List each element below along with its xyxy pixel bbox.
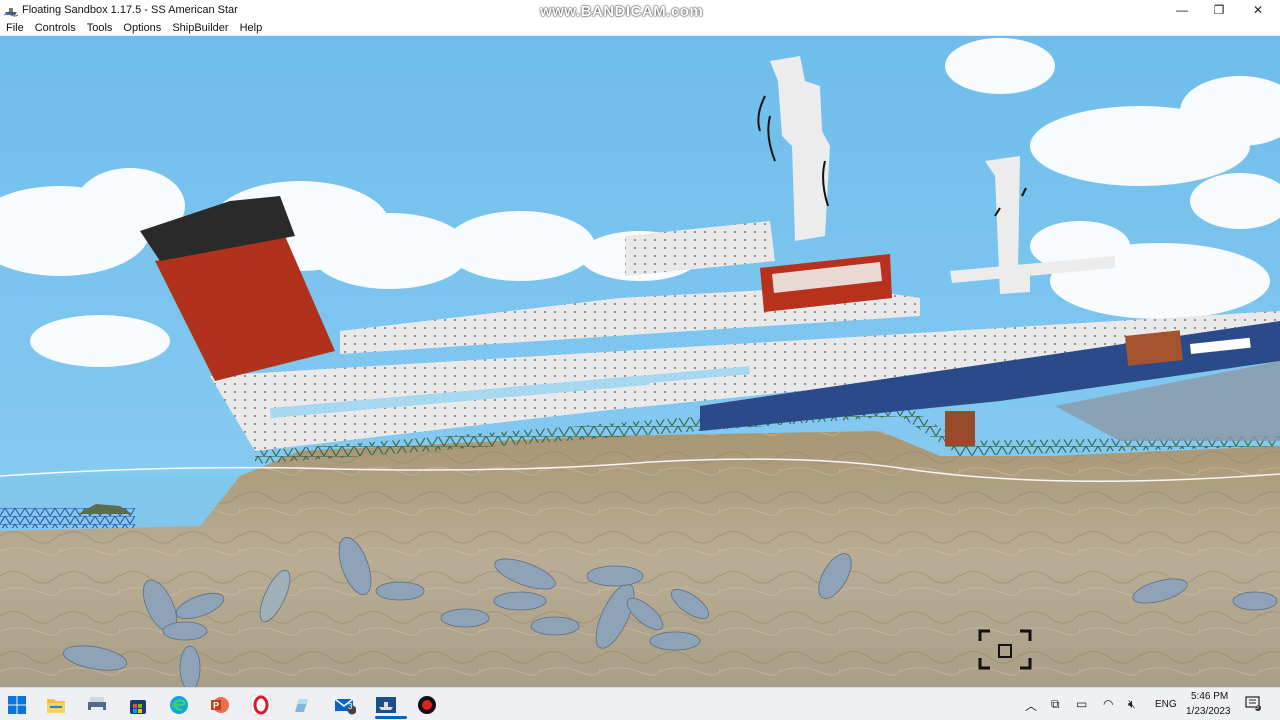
- powerpoint-icon[interactable]: P: [208, 693, 232, 717]
- svg-text:P: P: [213, 701, 219, 711]
- floating-sandbox-icon[interactable]: [374, 693, 398, 717]
- printer-app-icon[interactable]: [85, 693, 109, 717]
- pen-app-icon[interactable]: [290, 693, 314, 717]
- file-explorer-icon[interactable]: [44, 693, 68, 717]
- minimize-button[interactable]: —: [1164, 0, 1200, 20]
- edge-browser-icon[interactable]: [167, 693, 191, 717]
- bandicam-record-icon[interactable]: [415, 693, 439, 717]
- window-title: Floating Sandbox 1.17.5 - SS American St…: [22, 4, 238, 16]
- menu-shipbuilder[interactable]: ShipBuilder: [166, 22, 233, 34]
- menu-help[interactable]: Help: [234, 22, 268, 34]
- active-app-indicator: [375, 716, 407, 719]
- microsoft-store-icon[interactable]: [126, 693, 150, 717]
- menu-file[interactable]: File: [0, 22, 29, 34]
- notification-badge: 5: [1255, 704, 1259, 711]
- menu-tools[interactable]: Tools: [81, 22, 118, 34]
- close-button[interactable]: ✕: [1240, 0, 1276, 20]
- floating-sandbox-app-icon: [4, 8, 18, 17]
- wifi-icon[interactable]: ◠: [1103, 697, 1113, 711]
- simulation-scene-art: [0, 36, 1280, 687]
- windows-taskbar: P 3 ︿ ⧉ ▭ ◠ 🔇︎ ENG 5:46 PM 1/23/2023 5: [0, 687, 1280, 720]
- clock-date[interactable]: 1/23/2023: [1186, 706, 1231, 717]
- language-indicator[interactable]: ENG: [1155, 699, 1177, 710]
- windows-start-icon[interactable]: [5, 693, 29, 717]
- clock-time[interactable]: 5:46 PM: [1191, 691, 1228, 702]
- mail-icon[interactable]: 3: [333, 693, 357, 717]
- bandicam-watermark: www.BANDICAM.com: [540, 3, 704, 20]
- menu-controls[interactable]: Controls: [29, 22, 81, 34]
- menu-options[interactable]: Options: [117, 22, 166, 34]
- restore-button[interactable]: ❐: [1201, 0, 1237, 20]
- meet-now-icon[interactable]: ⧉: [1051, 697, 1060, 712]
- volume-muted-icon[interactable]: 🔇︎: [1128, 697, 1136, 712]
- menu-bar: File Controls Tools Options ShipBuilder …: [0, 20, 1280, 36]
- opera-browser-icon[interactable]: [249, 693, 273, 717]
- battery-icon[interactable]: ▭: [1076, 697, 1087, 711]
- show-hidden-icons-chevron-icon[interactable]: ︿: [1025, 697, 1037, 714]
- mail-badge: 3: [348, 702, 353, 711]
- simulation-canvas[interactable]: [0, 36, 1280, 687]
